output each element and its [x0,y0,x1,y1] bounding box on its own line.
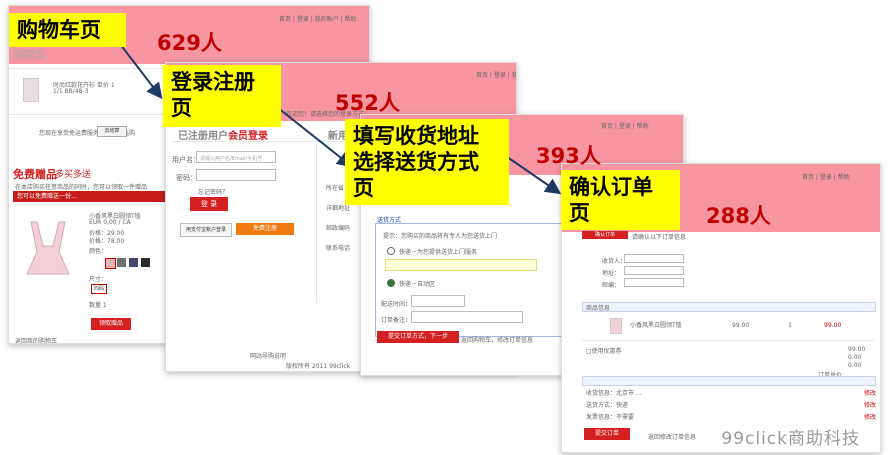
get-gift-button[interactable]: 领取赠品 [91,318,131,330]
step-2-label: 登录注册 页 [163,65,281,127]
subtotal: 99.00 [848,346,866,353]
product-section-title: 商品信息 [586,305,611,312]
bra-top-icon [26,221,70,275]
confirm-top-button[interactable]: 确认订单 [582,231,628,239]
product-section-header [582,302,876,312]
login-button[interactable]: 登 录 [190,197,228,211]
free-gift-subtitle: 多买多送 [55,170,92,180]
password-input[interactable] [196,169,276,181]
shipping-option-1-radio[interactable] [387,247,395,255]
login-top-links: 首页 | 登录 | 我的账户 | 帮助 [476,72,516,79]
login-footer: 网站导购说明 [250,353,287,360]
cart-heading: 购物车 [13,48,46,61]
step-1-label: 购物车页 [9,13,126,47]
shipping-option-2-radio[interactable] [387,279,395,287]
sizes-label: 尺寸： [89,276,108,283]
shipping-option-2[interactable]: 快递－自动区 [399,279,435,288]
confirm-product-thumb [610,318,622,334]
step-2-count: 552人 [335,91,400,115]
registered-user-heading: 已注册用户 [178,131,228,142]
free-gift-title: 免费赠品 [13,168,57,181]
step-1-count: 629人 [157,31,222,55]
submit-order-button[interactable]: 提交订单 [584,428,630,440]
color-swatch-black[interactable] [141,258,150,267]
order-note-input[interactable] [411,311,523,323]
delivery-time-select[interactable] [411,295,465,307]
gift-product-image [17,212,79,302]
shipping-option-1[interactable]: 快递－为您提供送货上门服务 [399,247,477,256]
color-swatch-gray[interactable] [117,258,126,267]
checkout-button[interactable]: 去结算 [97,126,127,137]
cart-product-thumb [23,78,39,102]
password-label: 密码： [176,174,197,182]
color-swatch-pink[interactable] [105,258,116,269]
free-gift-bar: 您可以免费赠送一份... [13,191,165,202]
register-button[interactable]: 免费注册 [236,223,294,235]
step-4-count: 288人 [706,204,771,228]
third-party-login-button[interactable]: 用支付宝账户登录 [180,223,232,237]
next-step-button[interactable]: 提交订单方式，下一步 [377,331,459,343]
unit-price: 99.00 [732,322,750,329]
step-3-count: 393人 [536,144,601,168]
step-3-label: 填写收货地址 选择送货方式 页 [345,119,509,205]
member-login-heading: 会员登录 [228,131,268,142]
step-4-label: 确认订单 页 [561,170,680,230]
cart-top-links: 首页 | 登录 | 我的账户 | 帮助 [279,16,357,23]
size-option[interactable]: 均码 [91,284,107,294]
color-swatch-navy[interactable] [129,258,138,267]
forgot-password-link[interactable]: 忘记密码？ [198,187,228,196]
watermark: 99click商助科技 [721,429,860,449]
